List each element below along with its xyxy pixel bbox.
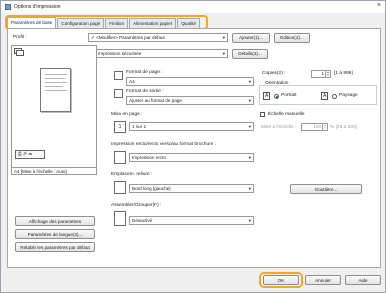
chevron-down-icon: ▾ [248, 79, 251, 84]
help-button[interactable]: Aide [345, 275, 381, 285]
profile-value: <Modifier> Paramètres par défaut [96, 35, 165, 40]
page-size-select[interactable]: A4 ▾ [126, 77, 254, 86]
print-options-window: Options d'impression × Paramètres de bas… [0, 0, 386, 293]
manual-scaling-label: Échelle manuelle [268, 112, 305, 117]
chevron-down-icon: ▾ [222, 35, 225, 40]
ok-button[interactable]: OK [263, 275, 299, 285]
details-button[interactable]: Détails(3)... [232, 48, 268, 59]
tab-quality[interactable]: Qualité [177, 18, 200, 28]
binding-select[interactable]: Bord long [gauche] ▾ [129, 184, 254, 193]
restore-defaults-button[interactable]: Rétablir les paramètres par défaut [15, 242, 95, 252]
chevron-down-icon: ▾ [248, 218, 251, 223]
edit-profile-button[interactable]: Edition(2)... [274, 32, 310, 43]
binding-label: Emplacem. reliure : [111, 172, 153, 177]
duplex-label: Impression recto/recto verso/au format b… [111, 142, 217, 147]
paper-thumbnail [40, 68, 71, 112]
tab-page-setup[interactable]: Configuration page [57, 18, 105, 28]
layout-select[interactable]: 1 sur 1 ▾ [129, 122, 254, 131]
page-size-value: A4 [129, 79, 135, 84]
preview-mode-icon-overlay [16, 50, 24, 56]
copies-label: Copies(2) : [262, 71, 286, 76]
show-settings-button[interactable]: Affichage des paramètres [15, 216, 95, 226]
single-sided-icon [114, 151, 126, 164]
chevron-down-icon: ▾ [222, 51, 225, 56]
duplex-select[interactable]: Impression recto ▾ [129, 153, 254, 162]
output-size-value: Ajuster au format de page [129, 98, 182, 103]
duplex-value: Impression recto [132, 155, 166, 160]
finishing-label: Assembler/Grouper(F) : [111, 203, 162, 208]
copies-range: [1 à 999] [334, 71, 353, 76]
add-profile-button[interactable]: Ajouter(1)... [232, 32, 270, 43]
chevron-down-icon: ▾ [248, 124, 251, 129]
portrait-icon: A [263, 92, 271, 100]
chevron-down-icon: ▾ [248, 186, 251, 191]
spin-arrows-icon[interactable]: ▴ ▾ [322, 124, 327, 130]
page-preview: ⎙ 〆 ▭ [11, 45, 97, 170]
title-bar: Options d'impression × [1, 1, 385, 13]
printer-app-icon [5, 4, 11, 10]
chevron-down-icon: ▾ [248, 155, 251, 160]
output-size-icon [114, 89, 123, 98]
spin-arrows-icon[interactable]: ▴ ▾ [325, 71, 330, 77]
output-method-select[interactable]: 🔒 Impression sécurisée ▾ [88, 49, 228, 58]
portrait-radio[interactable] [274, 94, 279, 99]
collate-icon [114, 211, 126, 226]
preview-layout-toggle[interactable]: ⎙ 〆 ▭ [15, 150, 45, 159]
layout-1-icon: 1 [114, 121, 126, 133]
portrait-label: Portrait [281, 93, 297, 98]
output-size-select[interactable]: Ajuster au format de page ▾ [126, 96, 254, 105]
finishing-select[interactable]: Désactivé ▾ [129, 216, 254, 225]
landscape-label: Paysage [339, 93, 358, 98]
manual-scaling-checkbox[interactable] [260, 112, 265, 117]
tab-paper-source[interactable]: Alimentation papier [129, 18, 177, 28]
binding-icon [114, 181, 126, 194]
scaling-stepper[interactable]: 100 ▴ ▾ [301, 123, 328, 131]
page-size-icon [114, 71, 123, 80]
landscape-icon: A [321, 92, 329, 100]
copies-value: 1 [321, 71, 324, 76]
cancel-button[interactable]: Annuler [305, 275, 341, 285]
tab-basic-settings[interactable]: Paramètres de base [7, 17, 57, 28]
close-icon[interactable]: × [377, 2, 381, 9]
gutter-button[interactable]: Gouttière... [290, 184, 362, 194]
page-size-label: Format de page : [126, 70, 163, 75]
scaling-value: 100 [313, 124, 321, 129]
profile-icon: ✔ [91, 35, 95, 40]
paper-size-status: A4 [Mise à l'échelle : Auto] [11, 167, 97, 175]
language-settings-button[interactable]: Paramètres de langue(3)... [15, 229, 95, 239]
scaling-range: % [25 à 200] [330, 125, 357, 130]
scaling-label: Mise à l'échelle : [261, 125, 297, 130]
copies-stepper[interactable]: 1 ▴ ▾ [311, 70, 331, 78]
tab-bar: Paramètres de base Configuration page Fi… [7, 17, 201, 28]
window-title: Options d'impression [14, 4, 61, 10]
output-method-value: Impression sécurisée [98, 51, 142, 56]
layout-value: 1 sur 1 [132, 124, 147, 129]
finishing-value: Désactivé [132, 218, 153, 223]
tab-finishing[interactable]: Finition [105, 18, 129, 28]
output-size-label: Format de sortie : [126, 89, 164, 94]
binding-value: Bord long [gauche] [132, 186, 171, 191]
profile-label: Profil : [13, 35, 27, 40]
landscape-radio[interactable] [332, 94, 337, 99]
chevron-down-icon: ▾ [248, 98, 251, 103]
layout-label: Mise en page : [111, 112, 143, 117]
profile-select[interactable]: ✔ <Modifier> Paramètres par défaut ▾ [88, 33, 228, 42]
